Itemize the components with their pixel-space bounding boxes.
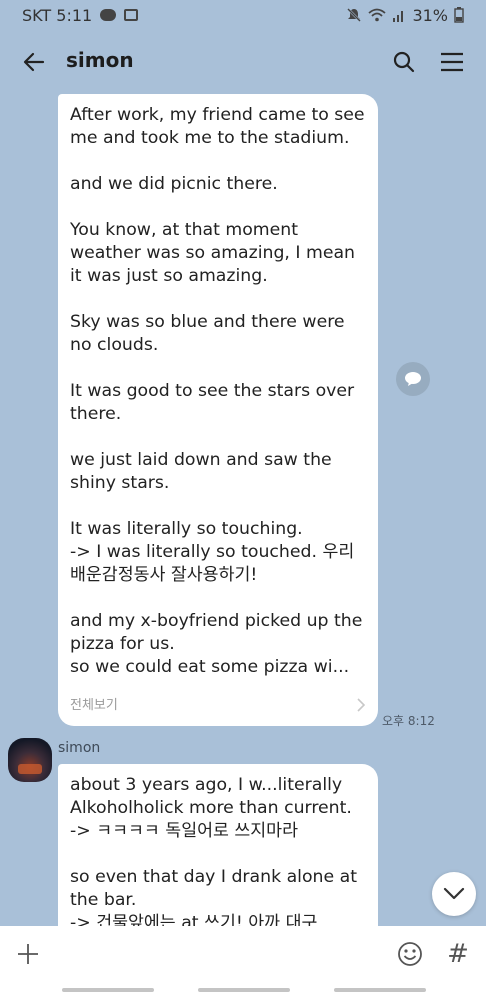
menu-icon	[441, 52, 463, 72]
nav-recent-button[interactable]	[62, 988, 154, 992]
see-more-link[interactable]: 전체보기	[70, 694, 366, 716]
signal-icon	[393, 11, 404, 22]
carrier-time: SKT 5:11	[22, 5, 93, 25]
see-more-label: 전체보기	[70, 697, 118, 713]
message-paragraph: we just laid down and saw the shiny star…	[70, 450, 332, 493]
emoji-icon	[398, 942, 422, 966]
reaction-button[interactable]	[396, 362, 430, 396]
message-paragraph: so even that day I drank alone at the ba…	[70, 867, 357, 926]
emoji-button[interactable]	[394, 938, 426, 970]
plus-icon	[18, 944, 38, 964]
search-icon	[393, 51, 415, 73]
back-arrow-icon	[23, 52, 45, 72]
message-paragraph: It was good to see the stars over there.	[70, 381, 355, 424]
sender-name: simon	[58, 740, 101, 756]
attach-button[interactable]	[12, 938, 44, 970]
message-bubble[interactable]: about 3 years ago, I w...literally Alkoh…	[58, 764, 378, 926]
mute-icon	[347, 8, 362, 22]
message-paragraph: You know, at that moment weather was so …	[70, 220, 355, 286]
message-paragraph: It was literally so touching. -> I was l…	[70, 519, 355, 585]
hashtag-icon: #	[447, 939, 469, 969]
battery-text: 31%	[412, 5, 448, 25]
wifi-icon	[368, 8, 387, 22]
chat-header: simon	[0, 30, 486, 92]
message-paragraph: Sky was so blue and there were no clouds…	[70, 312, 345, 355]
battery-icon	[454, 7, 464, 23]
hashtag-button[interactable]: #	[442, 938, 474, 970]
chat-title: simon	[66, 48, 134, 72]
avatar[interactable]	[8, 738, 52, 782]
nav-home-button[interactable]	[198, 988, 290, 992]
talk-badge-icon	[100, 9, 117, 21]
message-bubble[interactable]: After work, my friend came to see me and…	[58, 94, 378, 726]
speech-bubble-icon	[405, 372, 421, 386]
message-time: 오후 8:12	[382, 714, 435, 728]
nav-back-button[interactable]	[334, 988, 426, 992]
menu-button[interactable]	[436, 46, 468, 78]
chevron-right-icon	[357, 698, 366, 712]
message-paragraph: and my x-boyfriend picked up the pizza f…	[70, 611, 363, 677]
chevron-down-icon	[443, 887, 465, 900]
message-paragraph: about 3 years ago, I w...literally Alkoh…	[70, 775, 352, 841]
scroll-to-bottom-button[interactable]	[432, 872, 476, 916]
chat-area[interactable]: After work, my friend came to see me and…	[0, 92, 486, 926]
system-nav-bar	[0, 982, 486, 1000]
message-paragraph: After work, my friend came to see me and…	[70, 105, 365, 148]
search-button[interactable]	[388, 46, 420, 78]
image-icon	[124, 9, 139, 21]
message-input-bar[interactable]: #	[0, 926, 486, 982]
back-button[interactable]	[18, 46, 50, 78]
status-bar: SKT 5:11 31%	[0, 0, 486, 30]
message-paragraph: and we did picnic there.	[70, 174, 278, 194]
